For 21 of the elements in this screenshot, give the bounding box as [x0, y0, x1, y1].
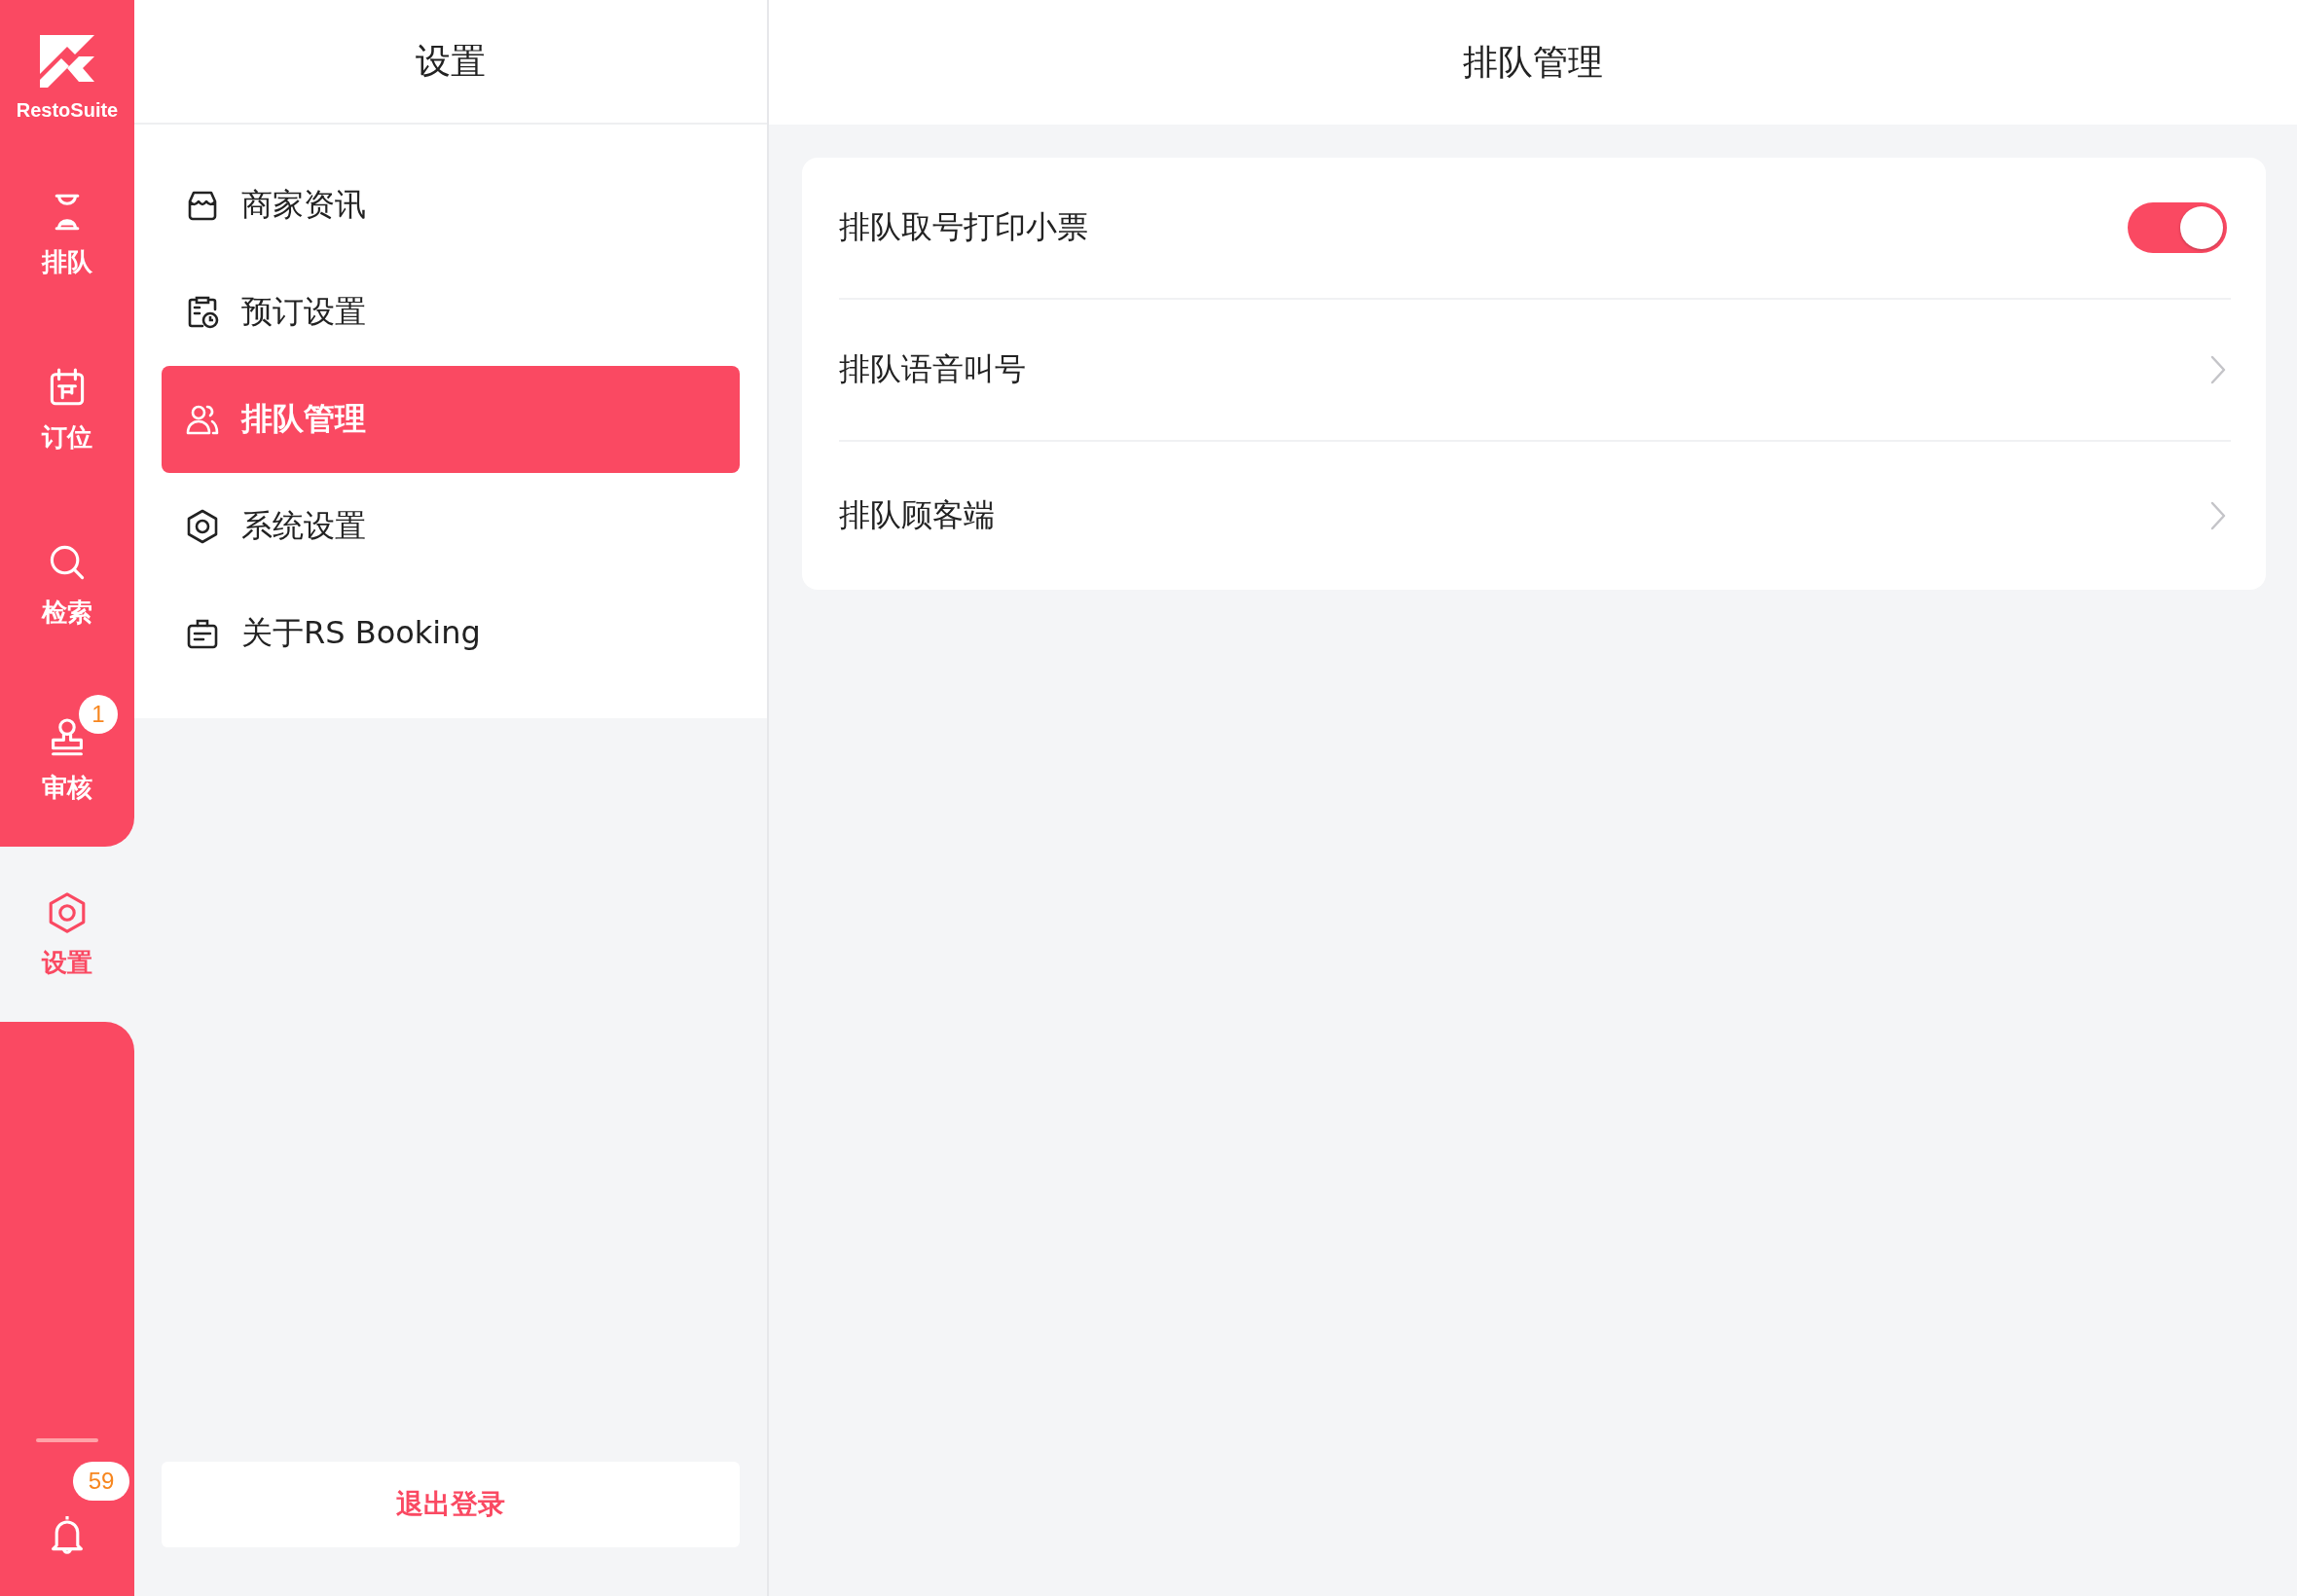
setting-label: 排队顾客端 [839, 495, 995, 535]
menu-item[interactable]: 关于RS Booking [162, 580, 740, 687]
sidebar-tab[interactable]: 检索 [0, 496, 134, 671]
menu-item[interactable]: 系统设置 [162, 473, 740, 580]
count-badge: 59 [73, 1462, 129, 1501]
panel-title: 设置 [416, 39, 486, 83]
logout-button[interactable]: 退出登录 [162, 1462, 740, 1547]
setting-label: 排队语音叫号 [839, 349, 1026, 389]
logo-text: RestoSuite [16, 99, 119, 122]
menu-item[interactable]: 预订设置 [162, 259, 740, 366]
menu-item[interactable]: 商家资讯 [162, 152, 740, 259]
sidebar-tab[interactable]: 订位 [0, 321, 134, 496]
sidebar-tab[interactable]: 排队 [0, 146, 134, 321]
chevron-right-icon [2209, 354, 2227, 385]
chevron-right-icon [2209, 500, 2227, 531]
count-badge: 1 [79, 694, 118, 734]
sidebar-tab[interactable]: 1 审核 [0, 671, 134, 847]
toggle-switch[interactable] [2128, 202, 2227, 253]
setting-label: 排队取号打印小票 [839, 207, 1088, 247]
page-title: 排队管理 [1463, 40, 1603, 84]
menu-item[interactable]: 排队管理 [162, 366, 740, 473]
